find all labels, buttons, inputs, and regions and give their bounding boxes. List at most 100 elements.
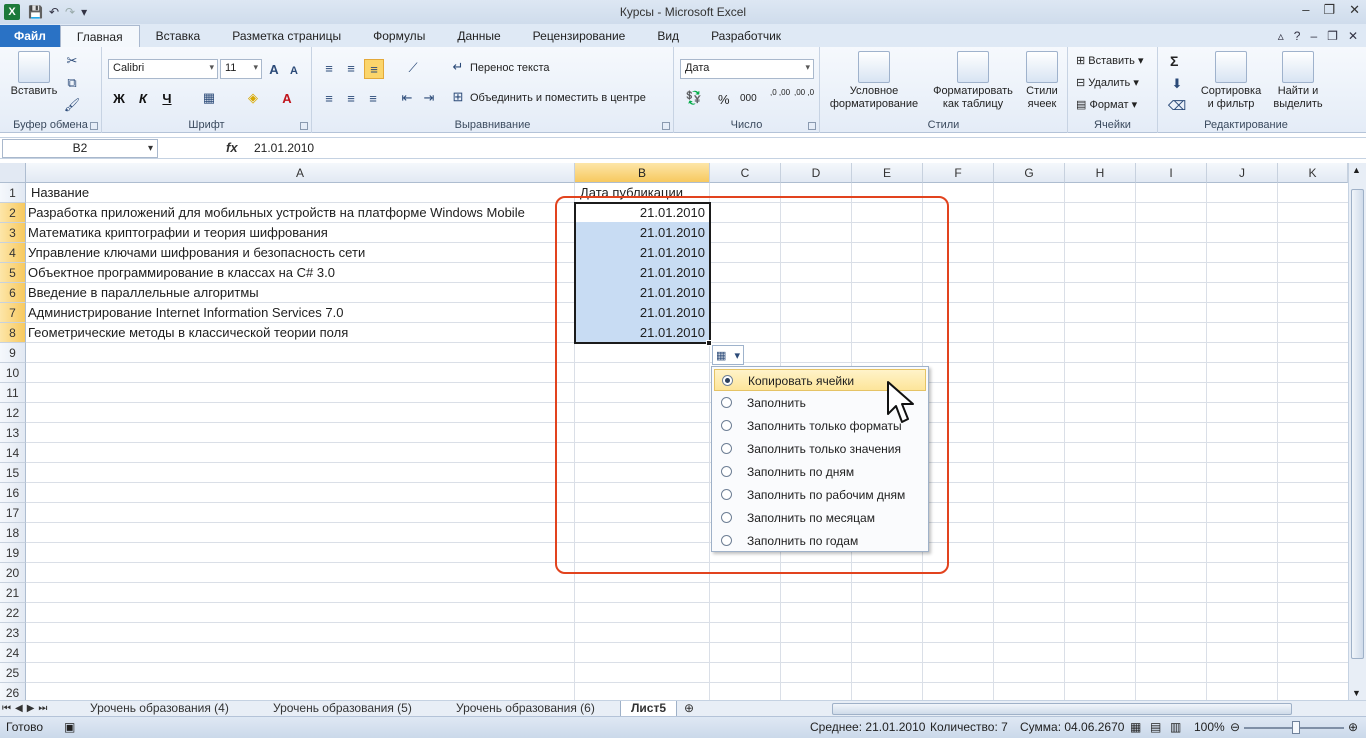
row-header[interactable]: 17	[0, 503, 26, 523]
row-header[interactable]: 18	[0, 523, 26, 543]
row-header[interactable]: 9	[0, 343, 26, 363]
prev-sheet-icon[interactable]: ◀	[15, 701, 23, 717]
row-header[interactable]: 21	[0, 583, 26, 603]
clipboard-launcher-icon[interactable]	[90, 122, 98, 130]
decrease-decimal-button[interactable]: ,00 ,0	[794, 89, 814, 97]
sheet-tab-5[interactable]: Урочень образования (5)	[263, 701, 422, 717]
cell-a5[interactable]: Объектное программирование в классах на …	[25, 263, 575, 283]
row-header[interactable]: 5	[0, 263, 26, 283]
vertical-scroll-thumb[interactable]	[1351, 189, 1364, 659]
cell-a8[interactable]: Геометрические методы в классической тео…	[25, 323, 575, 343]
font-name-select[interactable]: Calibri	[108, 59, 218, 79]
column-header[interactable]: D	[781, 163, 852, 183]
formula-input[interactable]: 21.01.2010	[254, 141, 314, 155]
last-sheet-icon[interactable]: ⏭	[38, 701, 47, 717]
conditional-formatting-button[interactable]: Условное форматирование	[824, 51, 924, 111]
autofill-menu-item[interactable]: Заполнить по месяцам	[714, 507, 926, 529]
underline-button[interactable]: Ч	[158, 89, 176, 107]
cell-b5[interactable]: 21.01.2010	[577, 263, 708, 283]
cell-b2[interactable]: 21.01.2010	[577, 203, 708, 223]
font-launcher-icon[interactable]	[300, 122, 308, 130]
percent-style-button[interactable]: %	[718, 92, 730, 107]
borders-icon[interactable]: ▦	[200, 89, 218, 107]
row-header[interactable]: 11	[0, 383, 26, 403]
minimize-icon[interactable]: –	[1302, 2, 1309, 18]
row-header[interactable]: 15	[0, 463, 26, 483]
cell-a4[interactable]: Управление ключами шифрования и безопасн…	[25, 243, 575, 263]
cell-a7[interactable]: Администрирование Internet Information S…	[25, 303, 575, 323]
row-header[interactable]: 25	[0, 663, 26, 683]
row-header[interactable]: 23	[0, 623, 26, 643]
cell-b3[interactable]: 21.01.2010	[577, 223, 708, 243]
select-all-corner[interactable]	[0, 163, 26, 183]
horizontal-scrollbar[interactable]	[820, 702, 1348, 716]
paste-button[interactable]: Вставить	[8, 51, 60, 98]
tab-page-layout[interactable]: Разметка страницы	[216, 25, 357, 47]
zoom-level[interactable]: 100%	[1194, 720, 1225, 734]
scroll-down-icon[interactable]: ▼	[1352, 688, 1361, 698]
row-header[interactable]: 1	[0, 183, 26, 203]
autofill-menu-item[interactable]: Заполнить по годам	[714, 530, 926, 552]
save-icon[interactable]: 💾	[28, 5, 43, 19]
close-icon[interactable]: ✕	[1349, 2, 1360, 18]
tab-view[interactable]: Вид	[641, 25, 695, 47]
row-header[interactable]: 20	[0, 563, 26, 583]
vertical-scrollbar[interactable]: ▲ ▼	[1348, 163, 1366, 700]
comma-style-button[interactable]: 000	[740, 93, 757, 104]
cell-b1[interactable]: Дата публикации	[577, 183, 737, 203]
shrink-font-icon[interactable]: A	[286, 63, 302, 79]
page-break-view-icon[interactable]: ▥	[1170, 720, 1181, 734]
autofill-menu-item[interactable]: Заполнить только значения	[714, 438, 926, 460]
cell-a6[interactable]: Введение в параллельные алгоритмы	[25, 283, 575, 303]
column-header[interactable]: B	[575, 163, 710, 183]
column-header[interactable]: F	[923, 163, 994, 183]
sheet-tab-list5[interactable]: Лист5	[620, 701, 678, 717]
row-header[interactable]: 8	[0, 323, 26, 343]
autofill-menu-item[interactable]: Заполнить по дням	[714, 461, 926, 483]
align-right-icon[interactable]: ≡	[364, 89, 382, 107]
column-header[interactable]: K	[1278, 163, 1348, 183]
doc-minimize-icon[interactable]: –	[1310, 29, 1317, 43]
zoom-in-icon[interactable]: ⊕	[1348, 720, 1358, 734]
currency-format-icon[interactable]: 💱	[682, 89, 706, 107]
bold-button[interactable]: Ж	[110, 89, 128, 107]
font-size-select[interactable]: 11	[220, 59, 262, 79]
insert-cells-button[interactable]: ⊞ Вставить ▾	[1076, 54, 1144, 67]
cell-a2[interactable]: Разработка приложений для мобильных устр…	[25, 203, 575, 223]
row-header[interactable]: 16	[0, 483, 26, 503]
align-middle-icon[interactable]: ≡	[342, 59, 360, 77]
excel-logo-icon[interactable]: X	[4, 4, 20, 20]
autofill-options-button[interactable]: ▦ ▾	[712, 345, 744, 365]
column-header[interactable]: H	[1065, 163, 1136, 183]
customize-qat-icon[interactable]: ▾	[81, 5, 87, 19]
decrease-indent-icon[interactable]: ⇤	[398, 89, 416, 107]
format-painter-icon[interactable]: 🖌	[64, 97, 81, 113]
fill-icon[interactable]: ⬇	[1168, 75, 1186, 93]
macro-record-icon[interactable]: ▣	[64, 720, 75, 734]
cell-b7[interactable]: 21.01.2010	[577, 303, 708, 323]
fill-color-icon[interactable]: ◈	[244, 89, 262, 107]
tab-file[interactable]: Файл	[0, 25, 60, 47]
orientation-icon[interactable]: ⟋	[400, 59, 426, 77]
row-header[interactable]: 14	[0, 443, 26, 463]
cut-icon[interactable]: ✂	[64, 53, 80, 69]
font-color-icon[interactable]: A	[278, 89, 296, 107]
help-icon[interactable]: ?	[1294, 29, 1301, 43]
find-select-button[interactable]: Найти и выделить	[1266, 51, 1330, 111]
row-header[interactable]: 4	[0, 243, 26, 263]
increase-decimal-button[interactable]: ,0 ,00	[770, 89, 790, 97]
tab-data[interactable]: Данные	[441, 25, 516, 47]
tab-review[interactable]: Рецензирование	[517, 25, 642, 47]
horizontal-scroll-thumb[interactable]	[832, 703, 1292, 715]
alignment-launcher-icon[interactable]	[662, 122, 670, 130]
tab-home[interactable]: Главная	[59, 25, 140, 47]
autosum-button[interactable]: Σ	[1170, 53, 1178, 69]
number-format-select[interactable]: Дата	[680, 59, 814, 79]
doc-restore-icon[interactable]: ❐	[1327, 29, 1338, 43]
row-header[interactable]: 10	[0, 363, 26, 383]
first-sheet-icon[interactable]: ⏮	[2, 701, 11, 717]
row-header[interactable]: 26	[0, 683, 26, 700]
undo-icon[interactable]: ↶	[49, 5, 59, 19]
row-header[interactable]: 22	[0, 603, 26, 623]
sheet-tab-6[interactable]: Урочень образования (6)	[446, 701, 605, 717]
